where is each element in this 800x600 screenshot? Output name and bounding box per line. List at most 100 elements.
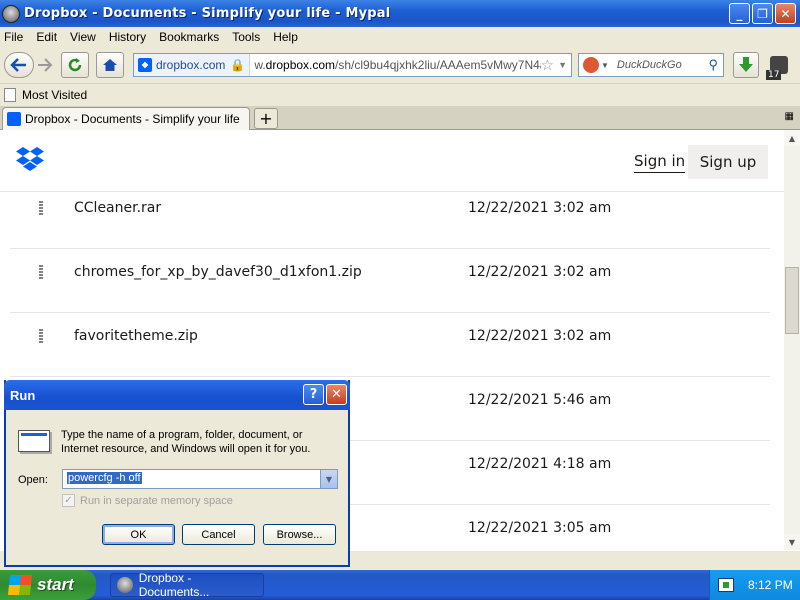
- menu-bar: File Edit View History Bookmarks Tools H…: [0, 27, 800, 46]
- system-tray: 8:12 PM: [709, 570, 800, 600]
- site-identity-label: dropbox.com: [156, 58, 226, 72]
- file-row[interactable]: chromes_for_xp_by_davef30_d1xfon1.zip 12…: [10, 249, 770, 313]
- url-prefix: w.: [254, 58, 266, 72]
- tab-list-icon[interactable]: ▦: [785, 111, 794, 122]
- home-button[interactable]: [96, 52, 124, 78]
- lock-icon: 🔒: [230, 58, 246, 72]
- separate-memory-checkbox: ✓ Run in separate memory space: [62, 494, 233, 507]
- run-help-button[interactable]: ?: [303, 384, 324, 405]
- start-button[interactable]: start: [0, 570, 96, 600]
- new-tab-button[interactable]: +: [254, 108, 278, 129]
- zip-file-icon: [39, 201, 43, 215]
- menu-view[interactable]: View: [70, 30, 96, 44]
- plus-icon: +: [259, 109, 273, 128]
- scroll-down-arrow-icon[interactable]: ▼: [784, 534, 800, 550]
- page-scrollbar[interactable]: ▲ ▼: [784, 130, 800, 550]
- file-name[interactable]: chromes_for_xp_by_davef30_d1xfon1.zip: [74, 264, 362, 280]
- search-placeholder: DuckDuckGo: [616, 59, 682, 71]
- menu-edit[interactable]: Edit: [36, 30, 57, 44]
- taskbar-item-label: Dropbox - Documents...: [138, 571, 210, 599]
- run-ok-button[interactable]: OK: [102, 524, 175, 545]
- menu-history[interactable]: History: [109, 30, 146, 44]
- mypal-app-icon: [2, 4, 20, 23]
- file-modified-date: 12/22/2021 4:18 am: [468, 456, 612, 472]
- windows-flag-icon: [7, 575, 33, 595]
- separate-memory-label: Run in separate memory space: [80, 494, 233, 507]
- menu-tools[interactable]: Tools: [232, 30, 260, 44]
- run-open-label: Open:: [18, 474, 48, 486]
- url-path: /sh/cl9bu4qjxhk2liu/AAAem5vMwy7N4aJVr: [335, 58, 541, 72]
- scrollbar-thumb[interactable]: [785, 267, 799, 334]
- maximize-button[interactable]: ❐: [752, 3, 773, 24]
- file-modified-date: 12/22/2021 3:05 am: [468, 520, 612, 536]
- clock[interactable]: 8:12 PM: [748, 578, 793, 592]
- url-bar[interactable]: dropbox.com 🔒 w.dropbox.com/sh/cl9bu4qjx…: [133, 53, 572, 77]
- sign-in-link[interactable]: Sign in: [634, 152, 686, 173]
- tab-label: Dropbox - Documents - Simplify your life: [25, 112, 240, 126]
- search-box[interactable]: ▼ DuckDuckGo ⚲: [578, 53, 724, 77]
- run-dialog: Run ? ✕ Type the name of a program, fold…: [4, 380, 350, 567]
- run-open-combobox[interactable]: powercfg -h off ▼: [62, 469, 338, 489]
- extension-button[interactable]: 17: [764, 52, 794, 80]
- run-open-field[interactable]: powercfg -h off: [67, 472, 142, 484]
- run-program-icon: [18, 430, 50, 452]
- network-tray-icon[interactable]: [718, 578, 734, 592]
- page-icon: [4, 88, 16, 102]
- run-browse-button[interactable]: Browse...: [263, 524, 336, 545]
- back-button[interactable]: [4, 52, 34, 78]
- menu-file[interactable]: File: [4, 30, 23, 44]
- taskbar: start Dropbox - Documents... 8:12 PM: [0, 570, 800, 600]
- bookmark-most-visited[interactable]: Most Visited: [22, 88, 87, 102]
- tab-strip: Dropbox - Documents - Simplify your life…: [0, 106, 800, 130]
- file-row[interactable]: favoritetheme.zip 12/22/2021 3:02 am: [10, 313, 770, 377]
- bookmark-star-icon[interactable]: ☆: [541, 56, 554, 74]
- combo-dropdown-icon[interactable]: ▼: [320, 470, 337, 488]
- url-domain: dropbox.com: [265, 58, 336, 72]
- file-modified-date: 12/22/2021 5:46 am: [468, 392, 612, 408]
- run-cancel-button[interactable]: Cancel: [182, 524, 255, 545]
- home-icon: [103, 59, 117, 71]
- search-engine-dropdown-icon[interactable]: ▼: [601, 61, 609, 70]
- url-text[interactable]: w.dropbox.com/sh/cl9bu4qjxhk2liu/AAAem5v…: [250, 58, 540, 72]
- reload-button[interactable]: [61, 52, 89, 78]
- window-title: Dropbox - Documents - Simplify your life…: [24, 6, 391, 21]
- file-name[interactable]: favoritetheme.zip: [74, 328, 198, 344]
- bookmarks-toolbar: Most Visited: [0, 85, 800, 105]
- taskbar-item-browser[interactable]: Dropbox - Documents...: [110, 571, 264, 599]
- file-modified-date: 12/22/2021 3:02 am: [468, 264, 612, 280]
- tab-dropbox[interactable]: Dropbox - Documents - Simplify your life: [2, 107, 250, 130]
- menu-help[interactable]: Help: [273, 30, 298, 44]
- run-close-button[interactable]: ✕: [326, 384, 347, 405]
- forward-button[interactable]: [34, 52, 56, 78]
- download-arrow-icon: [739, 57, 753, 72]
- forward-arrow-icon: [38, 58, 53, 72]
- minimize-button[interactable]: _: [729, 3, 750, 24]
- run-dialog-title: Run: [4, 380, 350, 410]
- duckduckgo-icon[interactable]: [583, 57, 599, 73]
- sign-up-button[interactable]: Sign up: [688, 145, 768, 179]
- start-label: start: [37, 575, 74, 594]
- dropbox-favicon-icon: [7, 112, 21, 126]
- back-arrow-icon: [10, 58, 26, 72]
- navigation-toolbar: dropbox.com 🔒 w.dropbox.com/sh/cl9bu4qjx…: [0, 46, 800, 84]
- window-title-bar: Dropbox - Documents - Simplify your life…: [0, 0, 800, 27]
- url-dropdown-icon[interactable]: ▼: [558, 60, 567, 70]
- reload-icon: [68, 58, 82, 72]
- menu-bookmarks[interactable]: Bookmarks: [159, 30, 219, 44]
- zip-file-icon: [39, 265, 43, 279]
- search-magnifier-icon[interactable]: ⚲: [708, 57, 718, 73]
- dropbox-logo-icon[interactable]: [16, 146, 44, 172]
- site-identity-button[interactable]: dropbox.com 🔒: [134, 54, 251, 76]
- downloads-button[interactable]: [733, 52, 759, 78]
- mypal-app-icon: [117, 577, 133, 593]
- file-row[interactable]: CCleaner.rar 12/22/2021 3:02 am: [10, 185, 770, 249]
- dropbox-header: Sign in Sign up: [0, 130, 784, 192]
- file-name[interactable]: CCleaner.rar: [74, 200, 161, 216]
- run-description: Type the name of a program, folder, docu…: [61, 429, 311, 455]
- close-button[interactable]: ✕: [775, 3, 796, 24]
- scroll-up-arrow-icon[interactable]: ▲: [784, 130, 800, 146]
- dropbox-favicon-icon: [138, 58, 152, 72]
- file-modified-date: 12/22/2021 3:02 am: [468, 328, 612, 344]
- extension-badge: 17: [766, 70, 782, 80]
- checkbox-check-icon: ✓: [62, 494, 75, 507]
